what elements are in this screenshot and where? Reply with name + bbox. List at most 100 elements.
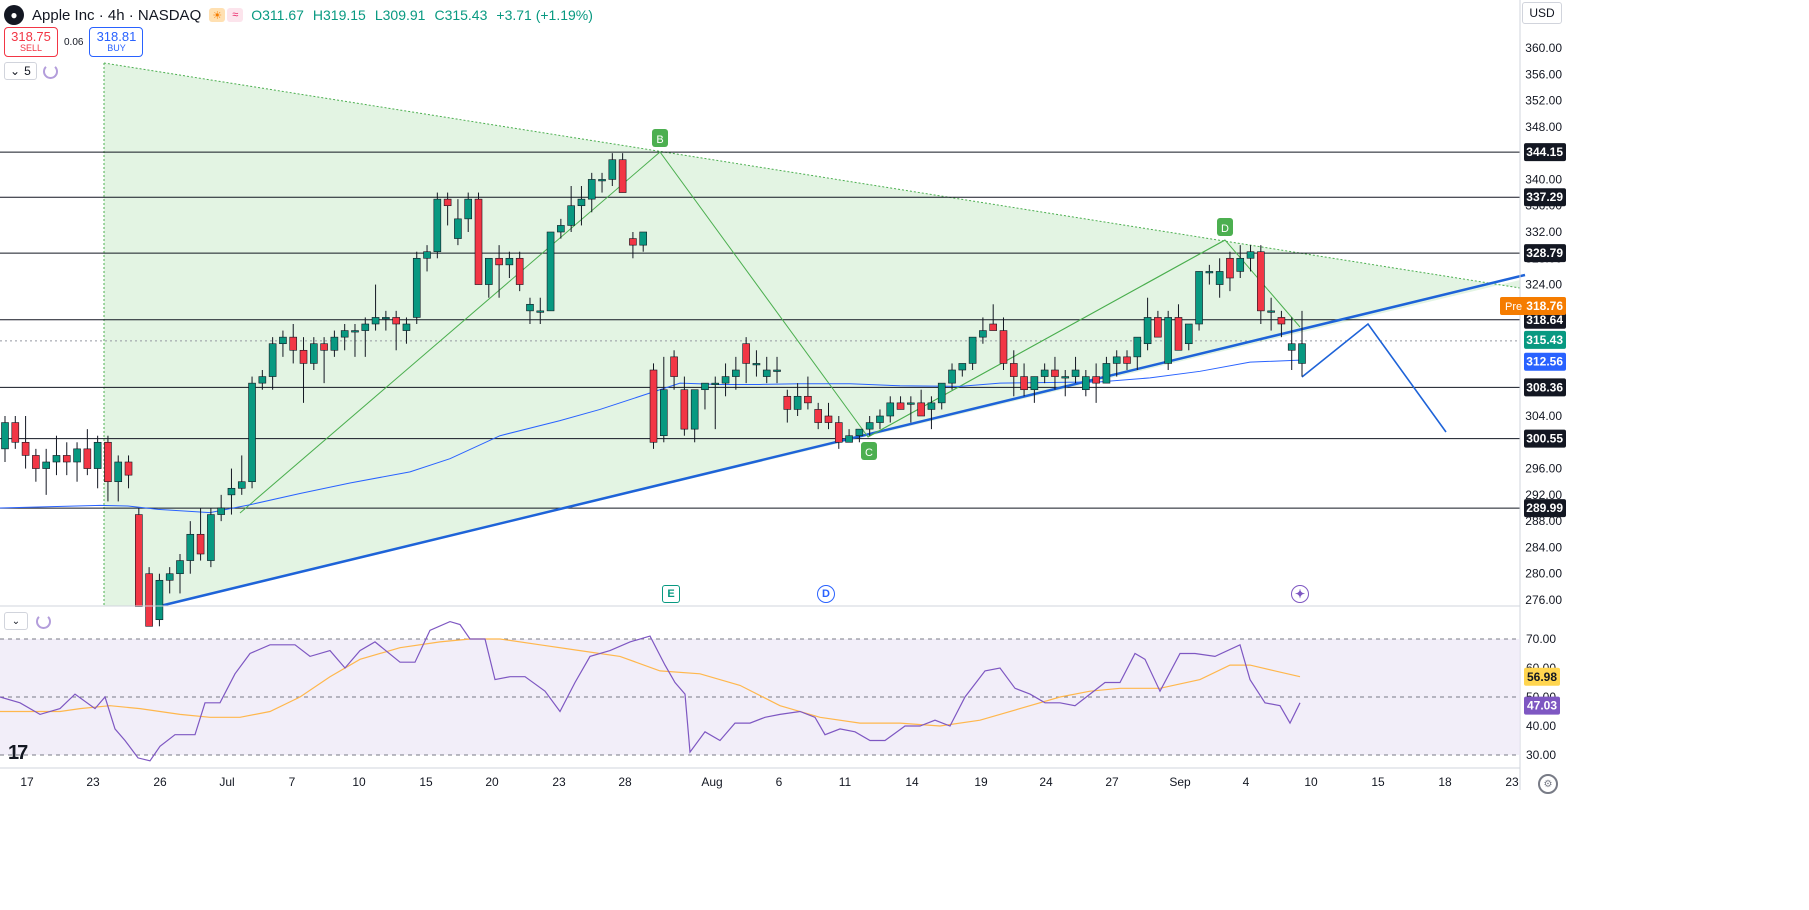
buy-price: 318.81 bbox=[96, 28, 137, 44]
time-tick: Aug bbox=[701, 775, 722, 789]
pre-market-price: 318.76 bbox=[1526, 299, 1563, 313]
candle-body bbox=[1257, 251, 1265, 312]
candle-body bbox=[649, 369, 658, 443]
indicators-row: ⌄ 5 bbox=[4, 62, 58, 80]
time-tick: Sep bbox=[1169, 775, 1191, 789]
candle-body bbox=[299, 349, 308, 364]
candle-body bbox=[670, 356, 678, 377]
price-tick: 348.00 bbox=[1525, 120, 1562, 134]
candle-body bbox=[1051, 369, 1059, 377]
candle-body bbox=[485, 257, 493, 285]
indicators-toggle[interactable]: ⌄ 5 bbox=[4, 62, 37, 80]
rsi-tick: 70.00 bbox=[1526, 632, 1556, 646]
candle-body bbox=[557, 225, 565, 233]
candle-body bbox=[845, 435, 853, 443]
wave-icon: ≈ bbox=[227, 8, 244, 22]
candle-body bbox=[454, 218, 462, 239]
candle bbox=[1030, 376, 1039, 403]
level-price-label: 300.55 bbox=[1524, 429, 1566, 448]
price-tick: 324.00 bbox=[1525, 278, 1562, 292]
rsi-tick: 30.00 bbox=[1526, 748, 1556, 762]
time-tick: 17 bbox=[20, 775, 34, 789]
time-tick: 4 bbox=[1243, 775, 1250, 789]
gear-icon[interactable]: ⚙ bbox=[1538, 774, 1558, 794]
candle-body bbox=[659, 389, 668, 437]
triangle-pattern[interactable] bbox=[104, 63, 1520, 606]
candle bbox=[135, 508, 143, 607]
dividend-event-icon[interactable]: D bbox=[817, 585, 835, 603]
price-tick: 304.00 bbox=[1525, 409, 1562, 423]
price-tick: 352.00 bbox=[1525, 94, 1562, 108]
candle-body bbox=[999, 330, 1008, 364]
tradingview-logo-icon[interactable]: 17 bbox=[8, 742, 28, 765]
candle-body bbox=[1123, 356, 1131, 364]
pattern-point-c[interactable]: C bbox=[861, 442, 877, 460]
earnings-event-icon[interactable]: E bbox=[662, 585, 680, 603]
candle-body bbox=[1184, 323, 1193, 345]
candle-body bbox=[937, 382, 946, 404]
buy-button[interactable]: 318.81 BUY bbox=[89, 27, 144, 57]
price-tick: 296.00 bbox=[1525, 462, 1562, 476]
candle-body bbox=[1143, 317, 1152, 345]
projection-path[interactable] bbox=[1301, 322, 1447, 433]
candle-body bbox=[1030, 376, 1039, 391]
rsi-value-label-text: 47.03 bbox=[1527, 699, 1557, 713]
candle-body bbox=[1195, 271, 1203, 325]
candle-body bbox=[948, 369, 956, 384]
time-tick: 28 bbox=[618, 775, 632, 789]
candle-body bbox=[742, 343, 750, 364]
svg-text:B: B bbox=[656, 134, 663, 146]
buy-label: BUY bbox=[107, 43, 126, 54]
candle-body bbox=[1277, 317, 1286, 325]
candle-body bbox=[382, 317, 390, 320]
candle-body bbox=[1040, 369, 1049, 377]
candle-body bbox=[1092, 376, 1100, 384]
rsi-ma-value-label-text: 56.98 bbox=[1527, 670, 1557, 684]
candle-body bbox=[443, 198, 452, 207]
high-value: H319.15 bbox=[312, 7, 366, 23]
candle-body bbox=[135, 514, 143, 607]
time-tick: 11 bbox=[839, 775, 852, 789]
candle-body bbox=[989, 323, 997, 331]
time-tick: 23 bbox=[552, 775, 566, 789]
candle-body bbox=[1061, 376, 1070, 379]
sell-button[interactable]: 318.75 SELL bbox=[4, 27, 58, 57]
price-tick: 360.00 bbox=[1525, 41, 1562, 55]
rsi-collapse-button[interactable]: ⌄ bbox=[4, 612, 28, 630]
svg-text:C: C bbox=[865, 447, 873, 459]
currency-button[interactable]: USD bbox=[1522, 2, 1562, 24]
price-tick: 340.00 bbox=[1525, 172, 1562, 186]
pre-market-tag: Pre bbox=[1505, 301, 1522, 313]
level-price-label-text: 300.55 bbox=[1526, 432, 1563, 446]
pattern-point-d[interactable]: D bbox=[1217, 218, 1233, 236]
candle-body bbox=[279, 336, 287, 345]
time-tick: 26 bbox=[153, 775, 167, 789]
price-chart[interactable]: B C D 360.00356.00352.00348.00344.00340.… bbox=[0, 0, 1809, 910]
candle bbox=[1, 416, 9, 462]
symbol-title[interactable]: Apple Inc · 4h · NASDAQ bbox=[32, 7, 201, 24]
market-status[interactable]: ☀ ≈ bbox=[209, 8, 244, 22]
time-tick: 15 bbox=[419, 775, 433, 789]
loading-icon bbox=[42, 63, 58, 79]
time-tick: 15 bbox=[1371, 775, 1385, 789]
time-axis[interactable]: 17 23 26 Jul 7 10 15 20 23 28 Aug 6 11 14 19 24 27 Sep 4 10… bbox=[20, 775, 1519, 789]
split-icon[interactable]: ✦ bbox=[1291, 585, 1309, 603]
apple-icon[interactable]: ● bbox=[4, 5, 24, 25]
price-tick: 332.00 bbox=[1525, 225, 1562, 239]
ohlc-values: O311.67 H319.15 L309.91 C315.43 +3.71 (+… bbox=[251, 7, 593, 23]
candle-body bbox=[248, 382, 256, 483]
candle bbox=[62, 442, 71, 476]
candle-body bbox=[701, 382, 709, 391]
candle-body bbox=[752, 363, 761, 366]
candle-body bbox=[721, 376, 730, 384]
time-tick: 10 bbox=[352, 775, 366, 789]
symbol-header: ● Apple Inc · 4h · NASDAQ ☀ ≈ O311.67 H3… bbox=[0, 0, 593, 30]
candle bbox=[21, 416, 30, 469]
time-tick: 6 bbox=[776, 775, 783, 789]
svg-text:D: D bbox=[1221, 223, 1229, 235]
chevron-down-icon: ⌄ bbox=[10, 64, 21, 78]
candle-body bbox=[114, 461, 123, 483]
time-tick: 23 bbox=[86, 775, 100, 789]
candle-body bbox=[979, 330, 987, 338]
pattern-point-b[interactable]: B bbox=[652, 129, 668, 147]
